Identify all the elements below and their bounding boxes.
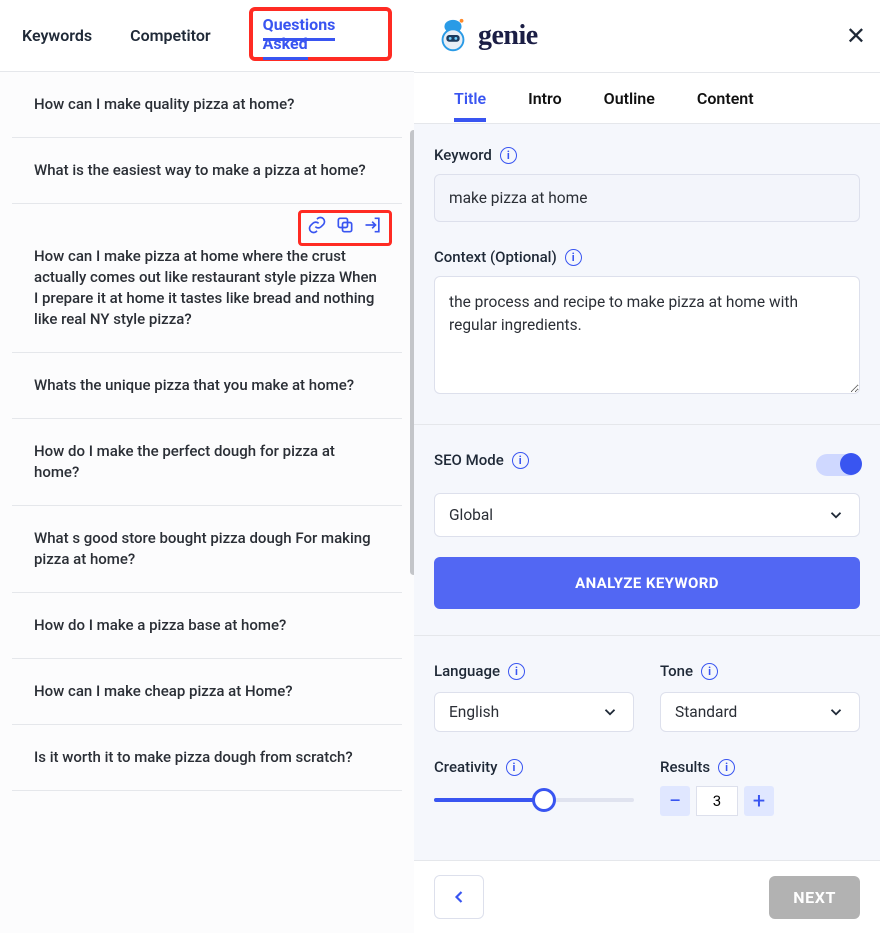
region-select[interactable]: Global [434,493,860,537]
results-input[interactable] [696,786,738,816]
chevron-left-icon [449,887,469,907]
brand-text: genie [478,20,538,52]
chevron-down-icon [827,703,845,721]
tab-outline[interactable]: Outline [604,75,655,122]
form-body: Keywordi Context (Optional)i SEO Modei G… [414,124,880,933]
info-icon[interactable]: i [508,663,525,680]
left-tab-bar: Keywords Competitor Questions Asked [0,0,414,72]
tab-questions-highlight[interactable]: Questions Asked [249,7,392,61]
question-item[interactable]: Whats the unique pizza that you make at … [12,353,402,419]
creativity-slider[interactable] [434,790,634,810]
question-item[interactable]: Is it worth it to make pizza dough from … [12,725,402,791]
language-value: English [449,703,499,721]
close-icon[interactable]: ✕ [846,22,866,50]
info-icon[interactable]: i [701,663,718,680]
language-select[interactable]: English [434,692,634,732]
insert-icon[interactable] [363,215,383,241]
results-stepper: − + [660,786,860,816]
divider [414,424,880,425]
question-item[interactable]: How can I make pizza at home where the c… [12,204,402,353]
tab-intro[interactable]: Intro [528,75,562,122]
next-button[interactable]: NEXT [769,876,860,919]
tab-competitor[interactable]: Competitor [130,4,211,67]
tone-label: Tonei [660,662,860,680]
question-item-actions-highlight [298,210,392,246]
info-icon[interactable]: i [565,249,582,266]
tab-title[interactable]: Title [454,75,486,122]
seo-mode-label: SEO Modei [434,451,529,469]
right-header: genie ✕ [414,0,880,72]
question-item[interactable]: How can I make quality pizza at home? [12,72,402,138]
decrement-button[interactable]: − [660,786,690,816]
divider [414,635,880,636]
chevron-down-icon [827,506,845,524]
info-icon[interactable]: i [506,759,523,776]
right-pane: genie ✕ Title Intro Outline Content Keyw… [414,0,880,933]
left-pane: Keywords Competitor Questions Asked How … [0,0,414,933]
seo-mode-toggle[interactable] [816,454,860,476]
questions-list: How can I make quality pizza at home? Wh… [0,72,414,933]
keyword-input[interactable] [434,174,860,222]
brand-logo: genie [434,17,538,55]
back-button[interactable] [434,875,484,919]
question-item[interactable]: How do I make the perfect dough for pizz… [12,419,402,506]
copy-icon[interactable] [335,215,355,241]
chevron-down-icon [601,703,619,721]
question-text: How can I make cheap pizza at Home? [34,682,293,700]
creativity-label: Creativityi [434,758,634,776]
question-item[interactable]: How can I make cheap pizza at Home? [12,659,402,725]
question-text: What is the easiest way to make a pizza … [34,161,366,179]
results-label: Resultsi [660,758,860,776]
region-value: Global [449,506,493,524]
question-item[interactable]: What is the easiest way to make a pizza … [12,138,402,204]
question-text: Whats the unique pizza that you make at … [34,376,354,394]
tab-keywords[interactable]: Keywords [22,4,92,67]
question-text: How do I make the perfect dough for pizz… [34,442,335,481]
increment-button[interactable]: + [744,786,774,816]
language-label: Languagei [434,662,634,680]
context-label: Context (Optional)i [434,248,860,266]
right-tab-bar: Title Intro Outline Content [414,72,880,124]
question-text: What s good store bought pizza dough For… [34,529,371,568]
info-icon[interactable]: i [500,147,517,164]
footer-bar: NEXT [414,860,880,933]
question-text: How do I make a pizza base at home? [34,616,286,634]
question-text: How can I make pizza at home where the c… [34,247,377,328]
info-icon[interactable]: i [512,452,529,469]
context-textarea[interactable] [434,276,860,394]
analyze-keyword-button[interactable]: ANALYZE KEYWORD [434,557,860,609]
question-item[interactable]: How do I make a pizza base at home? [12,593,402,659]
tone-value: Standard [675,703,737,721]
link-icon[interactable] [307,215,327,241]
tab-questions-label: Questions Asked [263,0,336,60]
tone-select[interactable]: Standard [660,692,860,732]
info-icon[interactable]: i [718,759,735,776]
tab-content[interactable]: Content [697,75,754,122]
genie-icon [434,17,472,55]
question-item[interactable]: What s good store bought pizza dough For… [12,506,402,593]
question-text: How can I make quality pizza at home? [34,95,294,113]
question-text: Is it worth it to make pizza dough from … [34,748,353,766]
keyword-label: Keywordi [434,146,860,164]
